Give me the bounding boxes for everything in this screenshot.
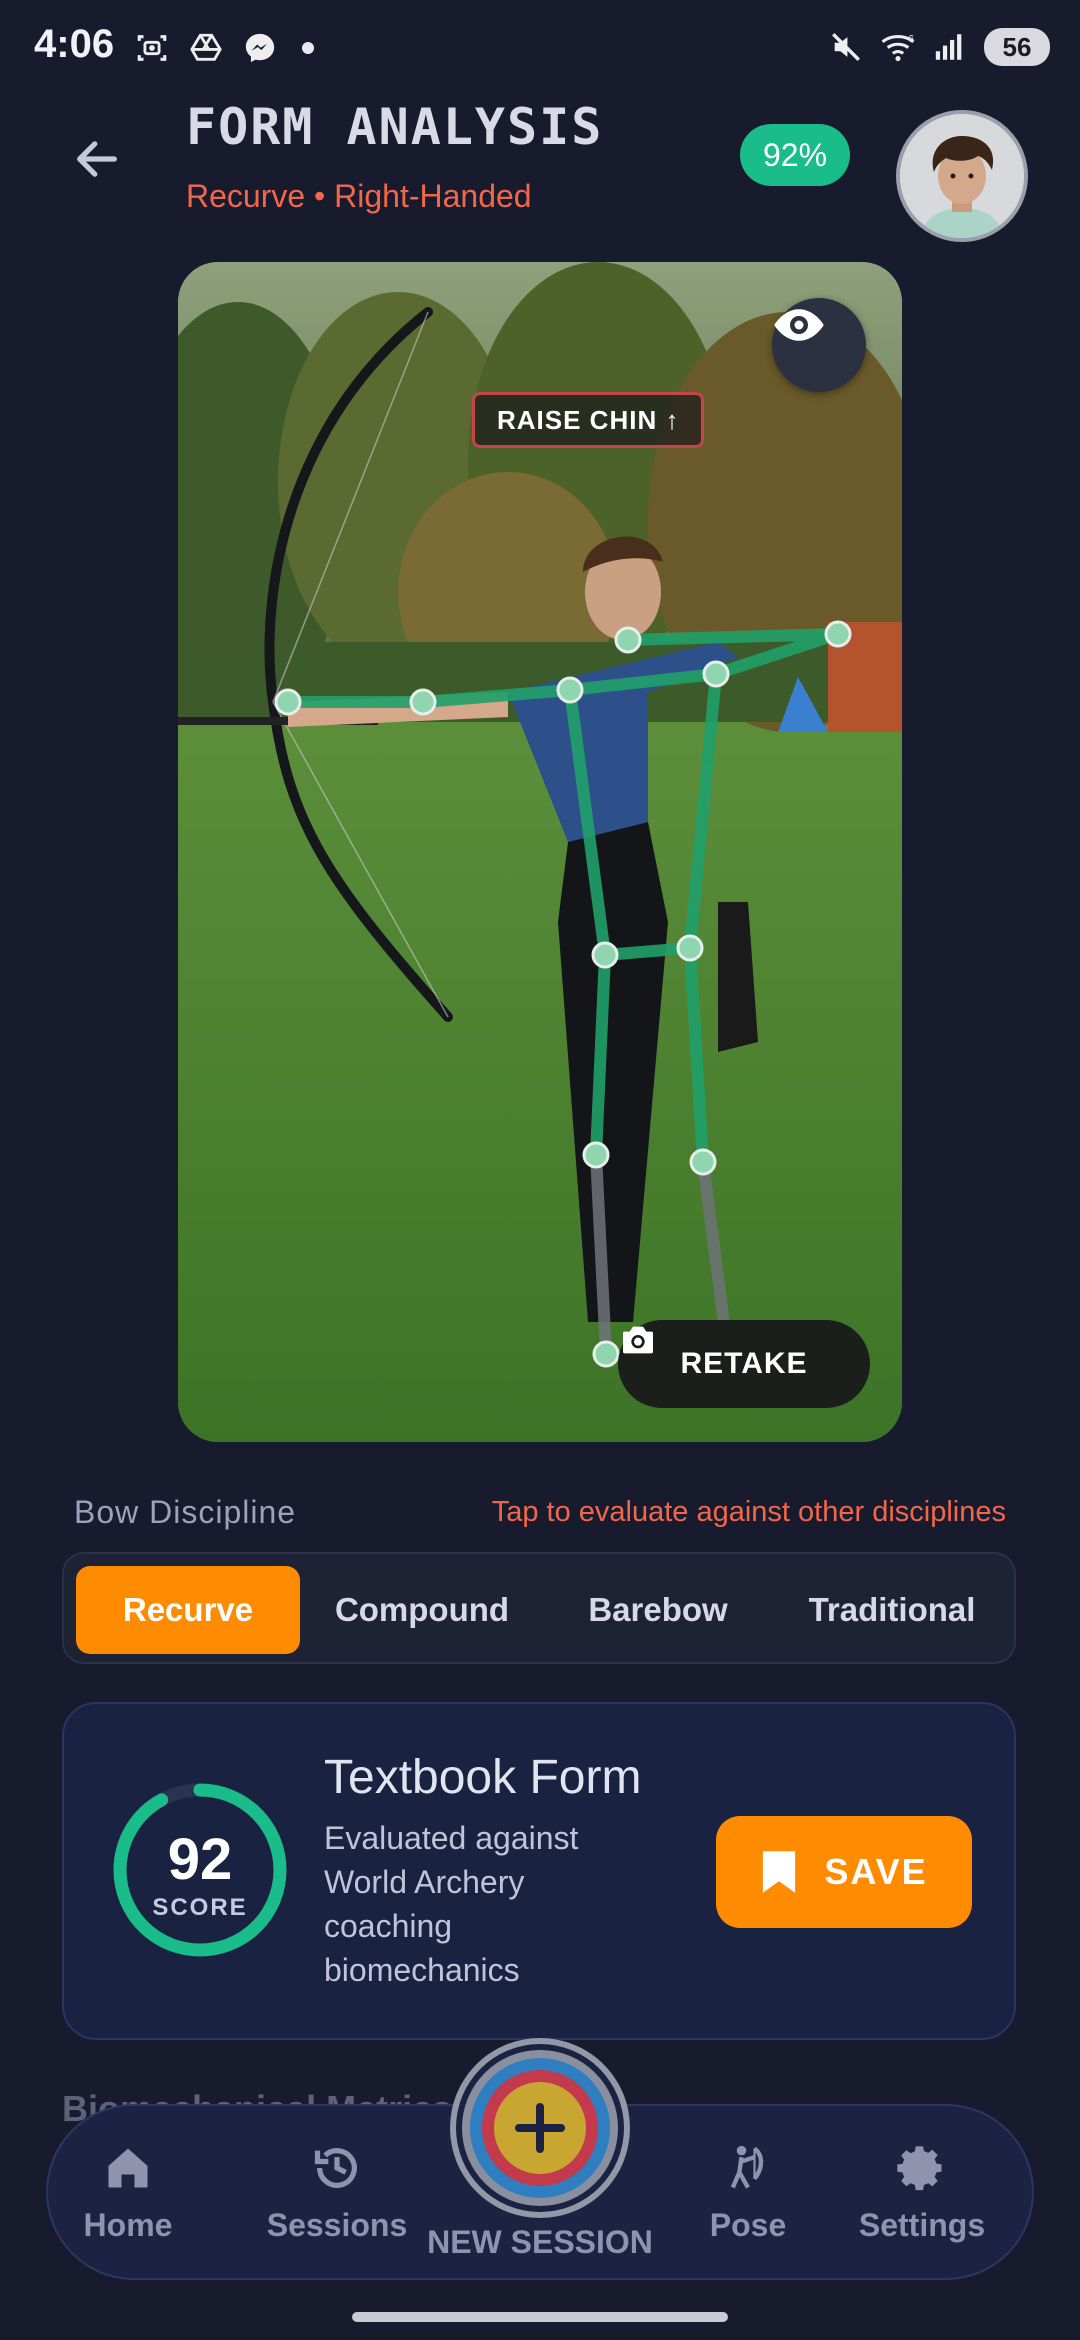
drive-icon [188, 30, 224, 66]
nav-home[interactable]: Home [48, 2142, 208, 2244]
signal-icon [932, 29, 968, 65]
tab-barebow[interactable]: Barebow [546, 1566, 770, 1654]
save-label: SAVE [824, 1851, 928, 1892]
page-title: FORM ANALYSIS [186, 98, 604, 156]
tab-recurve[interactable]: Recurve [76, 1566, 300, 1654]
archer-icon [730, 2145, 764, 2189]
arrow-left-icon [77, 141, 117, 177]
wifi-icon: 6 [880, 29, 916, 65]
score-value: 92 [167, 1827, 233, 1892]
tab-traditional[interactable]: Traditional [780, 1566, 1004, 1654]
status-time: 4:06 [34, 22, 115, 66]
status-bar: 4:06 6 56 [0, 0, 1080, 100]
page-subtitle: Recurve • Right-Handed [186, 178, 532, 214]
pose-photo: RAISE CHIN ↑ RETAKE [178, 262, 902, 1442]
mute-icon [828, 29, 864, 65]
nav-settings-label: Settings [858, 2207, 986, 2243]
nav-pose[interactable]: Pose [668, 2142, 828, 2244]
retake-button[interactable]: RETAKE [618, 1320, 870, 1408]
history-icon [314, 2148, 357, 2188]
new-session-label[interactable]: NEW SESSION [400, 2224, 680, 2261]
avatar[interactable] [896, 110, 1028, 242]
score-card: 92 SCORE Textbook Form Evaluated against… [62, 1702, 1016, 2040]
gear-icon [897, 2146, 942, 2191]
nav-settings[interactable]: Settings [842, 2142, 1002, 2244]
wifi-badge: 6 [908, 34, 914, 45]
camera-icon [623, 1326, 653, 1354]
home-indicator[interactable] [352, 2312, 728, 2322]
retake-label: RETAKE [680, 1347, 808, 1380]
save-button[interactable]: SAVE [716, 1816, 972, 1928]
confidence-badge: 92% [740, 124, 850, 186]
nav-pose-label: Pose [709, 2207, 787, 2243]
home-icon [108, 2148, 148, 2188]
discipline-hint[interactable]: Tap to evaluate against other discipline… [492, 1496, 1006, 1529]
new-session-button[interactable] [450, 2038, 630, 2218]
discipline-label: Bow Discipline [74, 1494, 297, 1530]
battery-indicator: 56 [984, 28, 1050, 66]
result-title: Textbook Form [324, 1751, 642, 1804]
eye-icon [774, 309, 824, 341]
plus-target-icon [456, 2044, 624, 2212]
system-icons: 6 56 [828, 28, 1050, 66]
bookmark-icon [763, 1851, 796, 1893]
form-hint-tag: RAISE CHIN ↑ [472, 392, 705, 448]
back-button[interactable] [62, 124, 132, 194]
discipline-tabs: Recurve Compound Barebow Traditional [62, 1552, 1016, 1664]
avatar-photo [900, 114, 1024, 238]
notification-icons [134, 30, 314, 66]
messenger-icon [242, 30, 278, 66]
toggle-overlay-button[interactable] [772, 298, 866, 392]
nav-home-label: Home [83, 2207, 173, 2243]
more-notifications-dot [302, 42, 314, 54]
result-description: Evaluated against World Archery coaching… [324, 1820, 579, 1988]
tab-compound[interactable]: Compound [310, 1566, 534, 1654]
screenshot-icon [134, 30, 170, 66]
score-label: SCORE [152, 1894, 248, 1921]
